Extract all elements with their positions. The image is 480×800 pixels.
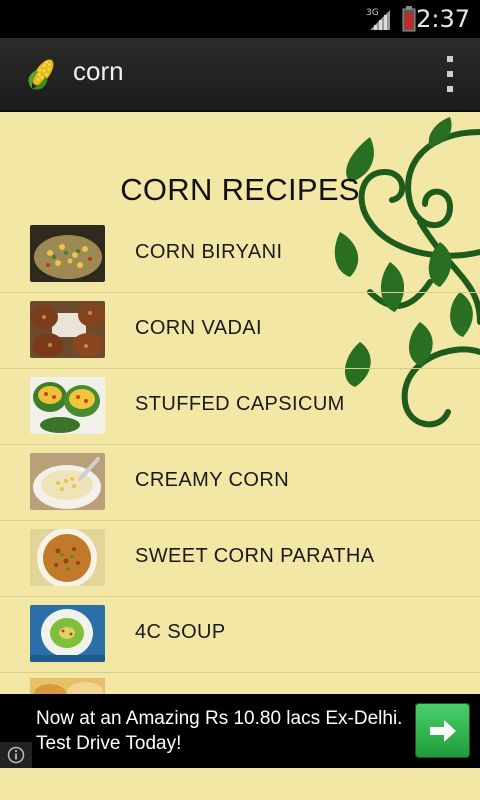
info-circle-icon	[7, 746, 25, 764]
menu-dot	[447, 56, 453, 62]
recipe-thumbnail	[30, 301, 105, 358]
menu-dot	[447, 86, 453, 92]
menu-dot	[447, 71, 453, 77]
recipe-thumbnail-partial	[30, 678, 105, 694]
recipe-content[interactable]: CORN RECIPES CORN BIRYANI CORN VADAI STU…	[0, 112, 480, 694]
info-icon[interactable]	[0, 742, 32, 768]
recipe-thumbnail	[30, 605, 105, 662]
recipe-label: CREAMY CORN	[135, 469, 290, 491]
app-bar: corn	[0, 38, 480, 112]
recipe-item-corn-vadai[interactable]: CORN VADAI	[0, 293, 480, 369]
status-bar: 3G 2:37	[0, 0, 480, 38]
page-heading: CORN RECIPES	[120, 172, 360, 207]
corn-icon[interactable]	[24, 54, 60, 94]
status-clock: 2:37	[416, 5, 470, 33]
recipe-list: CORN BIRYANI CORN VADAI STUFFED CAPSICUM…	[0, 217, 480, 673]
recipe-label: 4C SOUP	[135, 621, 226, 643]
arrow-right-icon	[429, 719, 456, 742]
recipe-item-corn-biryani[interactable]: CORN BIRYANI	[0, 217, 480, 293]
ad-text: Now at an Amazing Rs 10.80 lacs Ex-Delhi…	[36, 708, 403, 754]
recipe-thumbnail	[30, 377, 105, 434]
app-title: corn	[73, 56, 124, 86]
recipe-label: SWEET CORN PARATHA	[135, 545, 375, 567]
svg-text:3G: 3G	[366, 8, 379, 18]
battery-low-icon	[402, 6, 416, 32]
recipe-label: CORN VADAI	[135, 317, 262, 339]
recipe-item-stuffed-capsicum[interactable]: STUFFED CAPSICUM	[0, 369, 480, 445]
bottom-strip	[0, 768, 480, 800]
overflow-menu-icon[interactable]	[440, 56, 460, 92]
recipe-label: STUFFED CAPSICUM	[135, 393, 345, 415]
recipe-thumbnail	[30, 529, 105, 586]
recipe-thumbnail	[30, 225, 105, 282]
ad-go-button[interactable]	[415, 703, 470, 758]
recipe-item-4c-soup[interactable]: 4C SOUP	[0, 597, 480, 673]
recipe-thumbnail	[30, 453, 105, 510]
ad-banner[interactable]: Now at an Amazing Rs 10.80 lacs Ex-Delhi…	[0, 694, 480, 768]
signal-3g-icon: 3G	[366, 8, 390, 30]
recipe-item-creamy-corn[interactable]: CREAMY CORN	[0, 445, 480, 521]
recipe-label: CORN BIRYANI	[135, 241, 283, 263]
recipe-item-sweet-corn-paratha[interactable]: SWEET CORN PARATHA	[0, 521, 480, 597]
